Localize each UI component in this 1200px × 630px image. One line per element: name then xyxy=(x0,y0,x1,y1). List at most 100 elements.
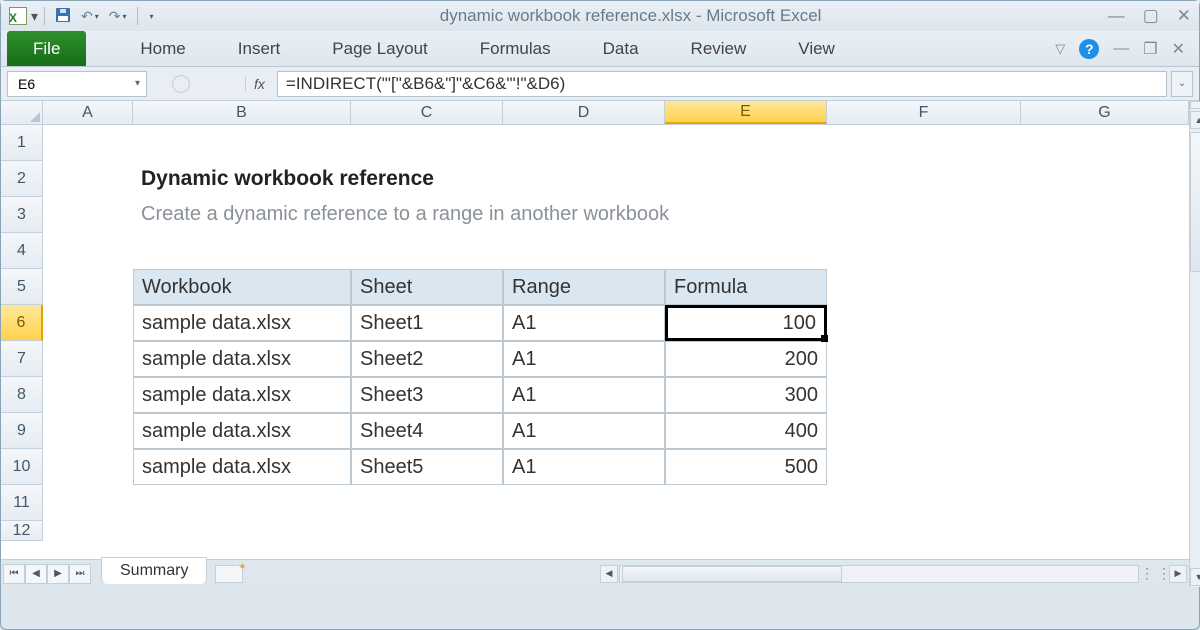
cell[interactable] xyxy=(1021,485,1189,521)
row-header[interactable]: 1 xyxy=(1,125,43,161)
cell[interactable] xyxy=(43,269,133,305)
cell[interactable] xyxy=(827,413,1021,449)
sheet-nav-prev-icon[interactable]: ◀ xyxy=(25,564,47,584)
vertical-scrollbar[interactable]: ▲ ▼ xyxy=(1189,101,1200,587)
cell[interactable] xyxy=(827,233,1021,269)
workbook-minimize-button[interactable]: — xyxy=(1113,40,1129,58)
cell[interactable] xyxy=(43,521,133,541)
cell[interactable] xyxy=(503,521,665,541)
app-menu-dropdown-icon[interactable]: ▾ xyxy=(31,8,38,25)
maximize-button[interactable]: ▢ xyxy=(1143,6,1159,26)
col-header-C[interactable]: C xyxy=(351,101,503,124)
fx-label[interactable]: fx xyxy=(245,76,273,92)
cell[interactable] xyxy=(351,125,503,161)
table-cell[interactable]: sample data.xlsx xyxy=(133,377,351,413)
cell[interactable] xyxy=(1021,521,1189,541)
col-header-F[interactable]: F xyxy=(827,101,1021,124)
col-header-G[interactable]: G xyxy=(1021,101,1189,124)
cell[interactable] xyxy=(1021,125,1189,161)
table-cell[interactable]: A1 xyxy=(503,377,665,413)
save-icon[interactable] xyxy=(55,7,71,26)
table-cell[interactable]: A1 xyxy=(503,413,665,449)
sheet-nav-next-icon[interactable]: ▶ xyxy=(47,564,69,584)
cell[interactable] xyxy=(827,377,1021,413)
horizontal-scrollbar[interactable]: ◀ ⋮⋮⋮ ▶ xyxy=(243,565,1189,583)
hscroll-right-icon[interactable]: ▶ xyxy=(1169,565,1187,583)
cell[interactable] xyxy=(1021,449,1189,485)
tab-review[interactable]: Review xyxy=(665,31,773,66)
sheet-tab-summary[interactable]: Summary xyxy=(101,557,207,584)
table-header[interactable]: Range xyxy=(503,269,665,305)
minimize-button[interactable]: — xyxy=(1108,6,1125,26)
table-cell[interactable]: 200 xyxy=(665,341,827,377)
cell[interactable] xyxy=(827,341,1021,377)
tab-view[interactable]: View xyxy=(772,31,861,66)
table-cell[interactable]: sample data.xlsx xyxy=(133,341,351,377)
cell[interactable] xyxy=(827,305,1021,341)
table-cell[interactable]: A1 xyxy=(503,449,665,485)
tab-formulas[interactable]: Formulas xyxy=(454,31,577,66)
table-cell[interactable]: Sheet5 xyxy=(351,449,503,485)
cell[interactable] xyxy=(133,485,351,521)
cell[interactable] xyxy=(43,197,133,233)
col-header-B[interactable]: B xyxy=(133,101,351,124)
worksheet-subtitle[interactable]: Create a dynamic reference to a range in… xyxy=(133,197,827,233)
hscroll-left-icon[interactable]: ◀ xyxy=(600,565,618,583)
row-header[interactable]: 10 xyxy=(1,449,43,485)
hscroll-track[interactable] xyxy=(619,565,1139,583)
cell[interactable] xyxy=(827,521,1021,541)
cell[interactable] xyxy=(43,161,133,197)
row-header[interactable]: 5 xyxy=(1,269,43,305)
table-cell[interactable]: 400 xyxy=(665,413,827,449)
cell[interactable] xyxy=(827,449,1021,485)
table-cell[interactable]: Sheet2 xyxy=(351,341,503,377)
ribbon-minimize-icon[interactable]: ▽ xyxy=(1055,41,1065,57)
cell[interactable] xyxy=(351,233,503,269)
split-handle[interactable] xyxy=(1190,101,1200,109)
table-cell[interactable]: sample data.xlsx xyxy=(133,413,351,449)
cell[interactable] xyxy=(503,485,665,521)
row-header[interactable]: 9 xyxy=(1,413,43,449)
sheet-nav-first-icon[interactable]: ⏮ xyxy=(3,564,25,584)
cell[interactable] xyxy=(133,233,351,269)
tab-home[interactable]: Home xyxy=(114,31,211,66)
workbook-close-button[interactable]: ✕ xyxy=(1172,39,1185,59)
cell[interactable] xyxy=(43,125,133,161)
vscroll-up-icon[interactable]: ▲ xyxy=(1190,111,1200,129)
undo-button[interactable]: ↶▾ xyxy=(81,8,99,25)
table-cell[interactable]: Sheet4 xyxy=(351,413,503,449)
table-cell[interactable]: 500 xyxy=(665,449,827,485)
cell[interactable] xyxy=(503,125,665,161)
cell[interactable] xyxy=(351,521,503,541)
cell[interactable] xyxy=(43,449,133,485)
cell[interactable] xyxy=(827,269,1021,305)
table-cell[interactable]: A1 xyxy=(503,341,665,377)
table-cell[interactable]: Sheet3 xyxy=(351,377,503,413)
redo-button[interactable]: ↷▾ xyxy=(109,8,127,25)
vscroll-thumb[interactable] xyxy=(1190,132,1200,272)
selected-cell[interactable]: 100 xyxy=(665,305,827,341)
cell[interactable] xyxy=(43,377,133,413)
cell[interactable] xyxy=(665,233,827,269)
row-header[interactable]: 7 xyxy=(1,341,43,377)
cell[interactable] xyxy=(827,197,1021,233)
table-header[interactable]: Sheet xyxy=(351,269,503,305)
table-cell[interactable]: A1 xyxy=(503,305,665,341)
row-header[interactable]: 4 xyxy=(1,233,43,269)
vscroll-down-icon[interactable]: ▼ xyxy=(1190,568,1200,586)
file-tab[interactable]: File xyxy=(7,31,86,66)
table-header[interactable]: Workbook xyxy=(133,269,351,305)
col-header-E[interactable]: E xyxy=(665,101,827,124)
table-cell[interactable]: Sheet1 xyxy=(351,305,503,341)
col-header-A[interactable]: A xyxy=(43,101,133,124)
cell[interactable] xyxy=(1021,377,1189,413)
tab-insert[interactable]: Insert xyxy=(212,31,307,66)
cell[interactable] xyxy=(1021,413,1189,449)
table-header[interactable]: Formula xyxy=(665,269,827,305)
cell[interactable] xyxy=(503,233,665,269)
cell[interactable] xyxy=(351,485,503,521)
workbook-restore-button[interactable]: ❐ xyxy=(1143,39,1157,59)
row-header[interactable]: 2 xyxy=(1,161,43,197)
tab-page-layout[interactable]: Page Layout xyxy=(306,31,453,66)
table-cell[interactable]: sample data.xlsx xyxy=(133,305,351,341)
